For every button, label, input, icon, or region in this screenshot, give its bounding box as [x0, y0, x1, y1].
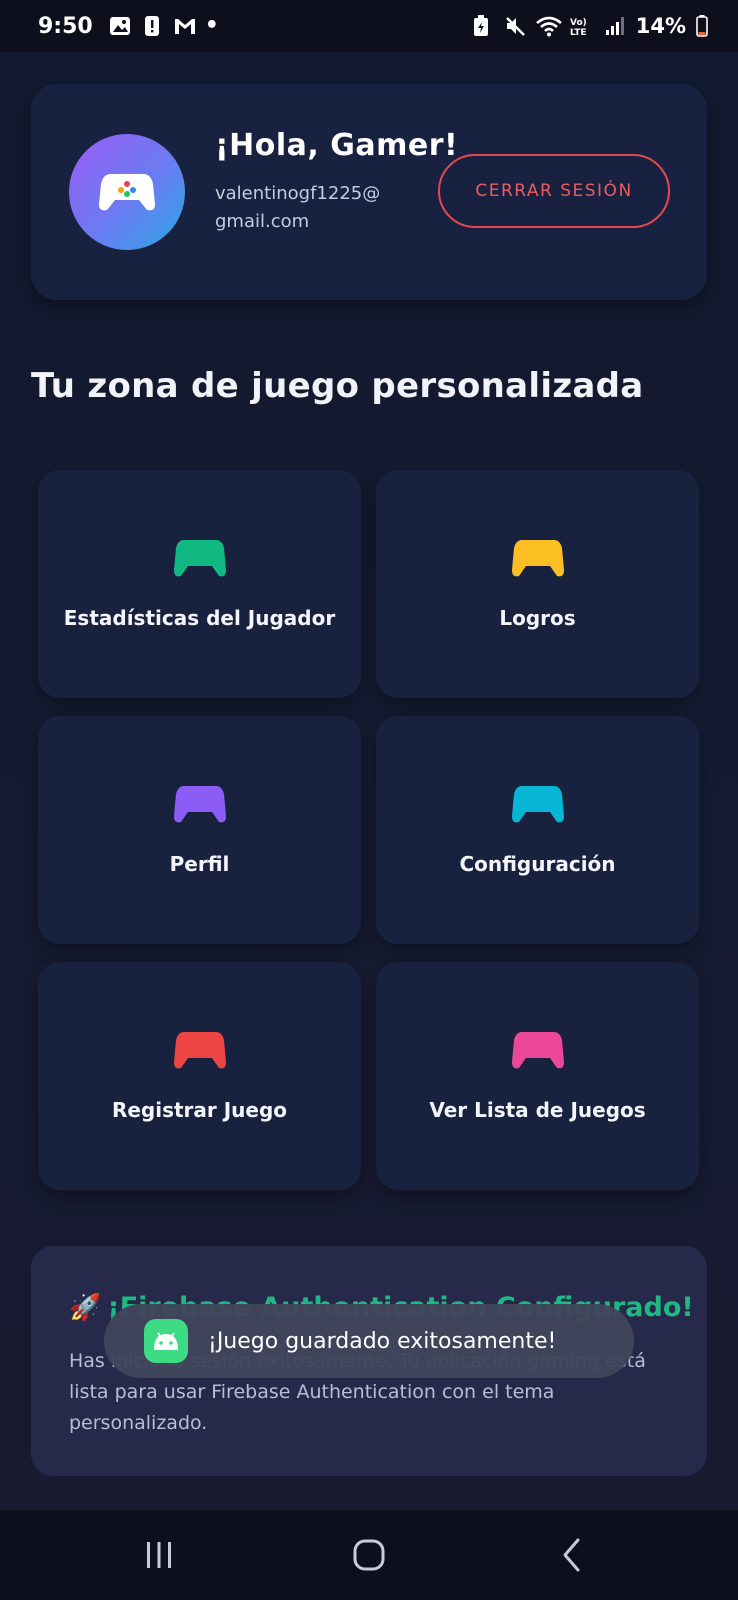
back-button[interactable]: [548, 1532, 598, 1578]
user-email: valentinogf1225@gmail.com: [215, 183, 381, 232]
status-bar-left: 9:50 •: [38, 14, 219, 39]
gamepad-icon: [173, 786, 226, 823]
tile-settings[interactable]: Configuración: [376, 716, 699, 944]
user-header-card: ¡Hola, Gamer! valentinogf1225@gmail.com …: [31, 84, 707, 300]
tile-label: Logros: [499, 606, 576, 630]
logout-button[interactable]: CERRAR SESIÓN: [438, 154, 670, 228]
wifi-icon: [535, 15, 562, 37]
rocket-icon: 🚀: [69, 1293, 102, 1323]
battery-percent: 14%: [635, 14, 686, 38]
tile-achievements[interactable]: Logros: [376, 470, 699, 698]
toast-message: ¡Juego guardado exitosamente!: [104, 1304, 634, 1378]
gamepad-icon: [511, 1032, 564, 1069]
toast-text: ¡Juego guardado exitosamente!: [208, 1328, 557, 1354]
home-button[interactable]: [344, 1532, 394, 1578]
status-time: 9:50: [38, 13, 93, 39]
tile-label: Estadísticas del Jugador: [63, 606, 336, 630]
gamepad-icon: [173, 540, 226, 577]
app-screen: 9:50 • Vo) LTE 14% ¡Hola, Gamer! valenti…: [0, 0, 738, 1600]
tile-label: Ver Lista de Juegos: [429, 1098, 646, 1122]
tile-label: Registrar Juego: [111, 1098, 288, 1122]
volte-icon: Vo) LTE: [568, 15, 594, 38]
tile-game-list[interactable]: Ver Lista de Juegos: [376, 962, 699, 1190]
gamepad-icon: [99, 174, 155, 211]
greeting-title: ¡Hola, Gamer!: [215, 128, 459, 163]
battery-saver-icon: [472, 15, 494, 37]
gallery-icon: [109, 15, 131, 37]
gmail-icon: [173, 15, 195, 37]
alert-icon: [141, 15, 163, 37]
tile-label: Perfil: [169, 852, 230, 876]
avatar: [69, 134, 185, 250]
status-bar: 9:50 • Vo) LTE 14%: [0, 0, 738, 52]
tile-register-game[interactable]: Registrar Juego: [38, 962, 361, 1190]
gamepad-icon: [173, 1032, 226, 1069]
section-title: Tu zona de juego personalizada: [31, 366, 644, 406]
tile-profile[interactable]: Perfil: [38, 716, 361, 944]
signal-icon: [604, 15, 626, 37]
mute-icon: [504, 15, 526, 37]
android-icon: [144, 1319, 188, 1363]
recents-button[interactable]: [134, 1532, 184, 1578]
system-nav-bar: [0, 1510, 738, 1600]
svg-text:Vo): Vo): [570, 18, 587, 28]
notification-dot: •: [204, 13, 219, 38]
battery-icon: [696, 15, 708, 37]
gamepad-icon: [511, 540, 564, 577]
status-bar-right: Vo) LTE 14%: [472, 14, 708, 38]
gamepad-icon: [511, 786, 564, 823]
tile-label: Configuración: [459, 852, 616, 876]
tile-player-stats[interactable]: Estadísticas del Jugador: [38, 470, 361, 698]
svg-text:LTE: LTE: [570, 28, 587, 37]
